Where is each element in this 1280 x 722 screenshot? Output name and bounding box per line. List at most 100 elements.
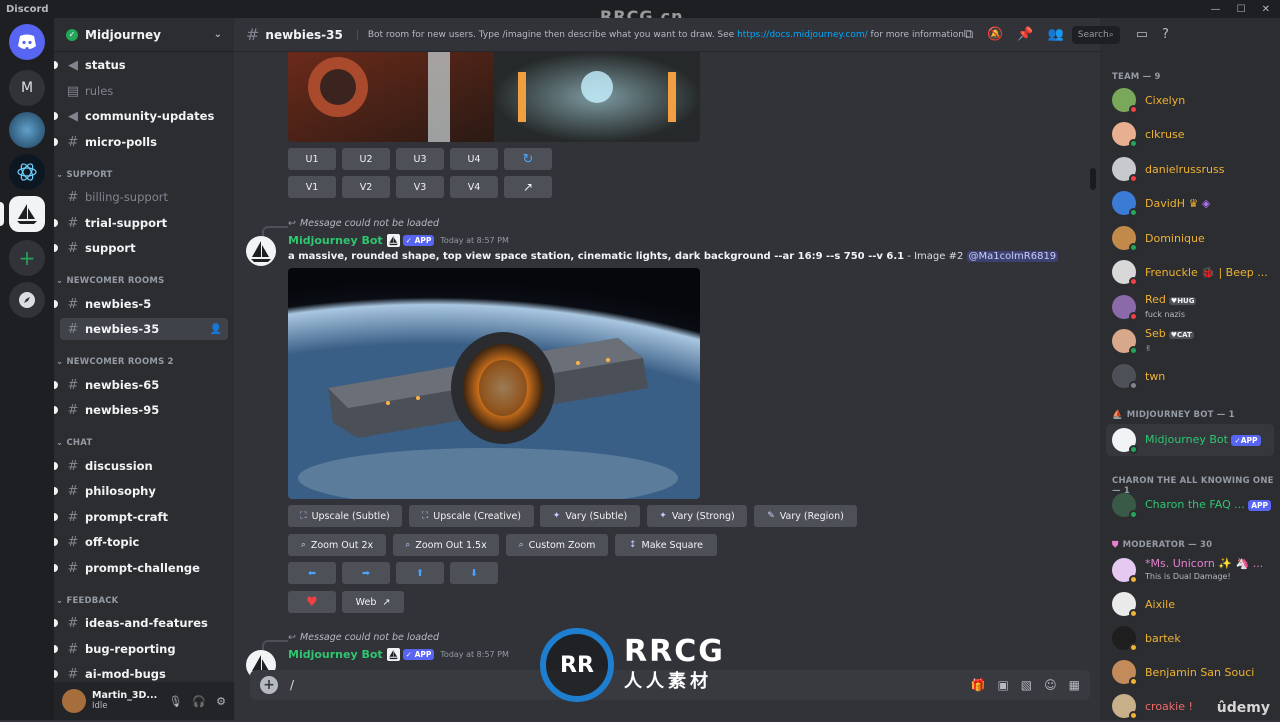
gif-icon[interactable]: ▣: [997, 678, 1008, 692]
topic-link[interactable]: https://docs.midjourney.com/: [737, 30, 868, 40]
apps-icon[interactable]: ▦: [1069, 678, 1080, 692]
vary-strong-button[interactable]: ✦ Vary (Strong): [647, 505, 747, 527]
channel-philosophy[interactable]: # philosophy: [54, 480, 228, 502]
generated-image[interactable]: [288, 268, 700, 499]
channel-status[interactable]: ◀ status: [54, 54, 228, 76]
search-input[interactable]: Search ⌕: [1071, 25, 1120, 44]
scrollbar[interactable]: [1090, 168, 1096, 190]
add-server-button[interactable]: +: [9, 240, 45, 276]
channel-newbies-5[interactable]: # newbies-5: [54, 293, 228, 315]
zoom-out-1-5x-button[interactable]: ⌕ Zoom Out 1.5x: [393, 534, 499, 556]
headphones-icon[interactable]: 🎧: [192, 695, 206, 708]
sticker-icon[interactable]: ▧: [1021, 678, 1032, 692]
member-dominique[interactable]: Dominique: [1106, 222, 1274, 254]
custom-zoom-button[interactable]: ⌕ Custom Zoom: [506, 534, 608, 556]
channel-community-updates[interactable]: ◀ community-updates: [54, 105, 228, 127]
channel-bug-reporting[interactable]: # bug-reporting: [54, 638, 228, 660]
variation-v1-button[interactable]: V1: [288, 176, 336, 198]
gear-icon[interactable]: ⚙: [216, 695, 226, 708]
member-cixelyn[interactable]: Cixelyn: [1106, 84, 1274, 116]
pan-down-button[interactable]: ⬇: [450, 562, 498, 584]
threads-icon[interactable]: ⧉: [964, 27, 973, 42]
heart-icon[interactable]: ♥: [288, 591, 336, 613]
member-danielrussruss[interactable]: danielrussruss: [1106, 153, 1274, 185]
reroll-icon[interactable]: ↻: [504, 148, 552, 170]
zoom-out-2x-button[interactable]: ⌕ Zoom Out 2x: [288, 534, 386, 556]
author-name[interactable]: Midjourney Bot: [288, 234, 383, 247]
channel-trial-support[interactable]: # trial-support: [54, 212, 228, 234]
add-member-icon[interactable]: 👤: [210, 324, 222, 335]
channel-discussion[interactable]: # discussion: [54, 455, 228, 477]
channel-newbies-95[interactable]: # newbies-95: [54, 399, 228, 421]
member-midjourney-bot[interactable]: Midjourney Bot ✓APP: [1106, 424, 1274, 456]
member-ms-unicorn[interactable]: *Ms. Unicorn ✨ 🦄 ... This is Dual Damage!: [1106, 554, 1274, 586]
microphone-icon[interactable]: 🎙: [168, 695, 182, 708]
emoji-icon[interactable]: ☺: [1044, 678, 1057, 692]
channel-billing-support[interactable]: # billing-support: [60, 186, 228, 208]
upscale-u2-button[interactable]: U2: [342, 148, 390, 170]
image-grid-previous[interactable]: [288, 52, 700, 142]
channel-newbies-65[interactable]: # newbies-65: [54, 374, 228, 396]
reply-preview[interactable]: ↩ Message could not be loaded: [288, 218, 439, 229]
category-newcomer-rooms[interactable]: ⌄ NEWCOMER ROOMS: [56, 276, 164, 286]
bell-muted-icon[interactable]: 🔕: [987, 27, 1003, 42]
server-m[interactable]: M: [9, 70, 45, 106]
upscale-u3-button[interactable]: U3: [396, 148, 444, 170]
channel-micro-polls[interactable]: # micro-polls: [54, 131, 228, 153]
member-twn[interactable]: twn: [1106, 360, 1274, 392]
server-icon-3[interactable]: [9, 112, 45, 148]
channel-prompt-craft[interactable]: # prompt-craft: [54, 506, 228, 528]
variation-v2-button[interactable]: V2: [342, 176, 390, 198]
category-support[interactable]: ⌄ SUPPORT: [56, 170, 113, 180]
home-button[interactable]: [9, 24, 45, 60]
minimize-icon[interactable]: —: [1211, 4, 1221, 15]
category-newcomer-rooms-2[interactable]: ⌄ NEWCOMER ROOMS 2: [56, 357, 174, 367]
channel-off-topic[interactable]: # off-topic: [54, 531, 228, 553]
explore-servers-button[interactable]: [9, 282, 45, 318]
pan-right-button[interactable]: ➡: [342, 562, 390, 584]
channel-ideas-and-features[interactable]: # ideas-and-features: [54, 612, 228, 634]
category-feedback[interactable]: ⌄ FEEDBACK: [56, 596, 118, 606]
avatar[interactable]: [246, 236, 276, 266]
member-aixile[interactable]: Aixile: [1106, 588, 1274, 620]
upscale-subtle-button[interactable]: ⛶ Upscale (Subtle): [288, 505, 402, 527]
help-icon[interactable]: ?: [1162, 27, 1169, 42]
member-davidh[interactable]: DavidH ♛ ◈: [1106, 187, 1274, 219]
avatar[interactable]: [62, 689, 86, 713]
member-seb[interactable]: Seb ♥CAT ✌: [1106, 325, 1274, 357]
inbox-icon[interactable]: ▭: [1136, 27, 1148, 42]
server-midjourney[interactable]: [9, 196, 45, 232]
category-chat[interactable]: ⌄ CHAT: [56, 438, 92, 448]
server-quantum[interactable]: [9, 154, 45, 190]
vary-subtle-button[interactable]: ✦ Vary (Subtle): [540, 505, 640, 527]
members-list-icon[interactable]: 👥: [1048, 27, 1064, 42]
gift-icon[interactable]: 🎁: [971, 678, 986, 692]
make-square-button[interactable]: ↕ Make Square: [615, 534, 717, 556]
member-frenuckle[interactable]: Frenuckle 🐞 | Beep ...: [1106, 256, 1274, 288]
plus-icon[interactable]: +: [260, 676, 278, 694]
channel-topic[interactable]: Bot room for new users. Type /imagine th…: [356, 29, 964, 40]
reply-preview[interactable]: ↩ Message could not be loaded: [288, 632, 439, 643]
author-name[interactable]: Midjourney Bot: [288, 648, 383, 661]
channel-rules[interactable]: ▤ rules: [60, 80, 228, 102]
channel-newbies-35[interactable]: # newbies-35 👤: [60, 318, 228, 340]
channel-support[interactable]: # support: [54, 237, 228, 259]
vary-region-button[interactable]: ✎ Vary (Region): [754, 505, 857, 527]
upscale-creative-button[interactable]: ⛶ Upscale (Creative): [409, 505, 534, 527]
member-charon[interactable]: Charon the FAQ ... APP: [1106, 489, 1274, 521]
upscale-u1-button[interactable]: U1: [288, 148, 336, 170]
member-red[interactable]: Red ♥HUG fuck nazis: [1106, 291, 1274, 323]
maximize-icon[interactable]: ☐: [1237, 4, 1246, 15]
member-benjamin[interactable]: Benjamin San Souci: [1106, 656, 1274, 688]
member-clkruse[interactable]: clkruse: [1106, 118, 1274, 150]
guild-header[interactable]: ✓ Midjourney ⌄: [54, 18, 234, 52]
variation-v4-button[interactable]: V4: [450, 176, 498, 198]
web-link-button[interactable]: Web ↗: [342, 591, 404, 613]
member-bartek[interactable]: bartek: [1106, 622, 1274, 654]
close-icon[interactable]: ✕: [1262, 4, 1270, 15]
channel-prompt-challenge[interactable]: # prompt-challenge: [54, 557, 228, 579]
pan-left-button[interactable]: ⬅: [288, 562, 336, 584]
chevron-down-icon[interactable]: ⌄: [214, 29, 222, 40]
upscale-u4-button[interactable]: U4: [450, 148, 498, 170]
user-mention[interactable]: @Ma1colmR6819: [966, 251, 1059, 262]
